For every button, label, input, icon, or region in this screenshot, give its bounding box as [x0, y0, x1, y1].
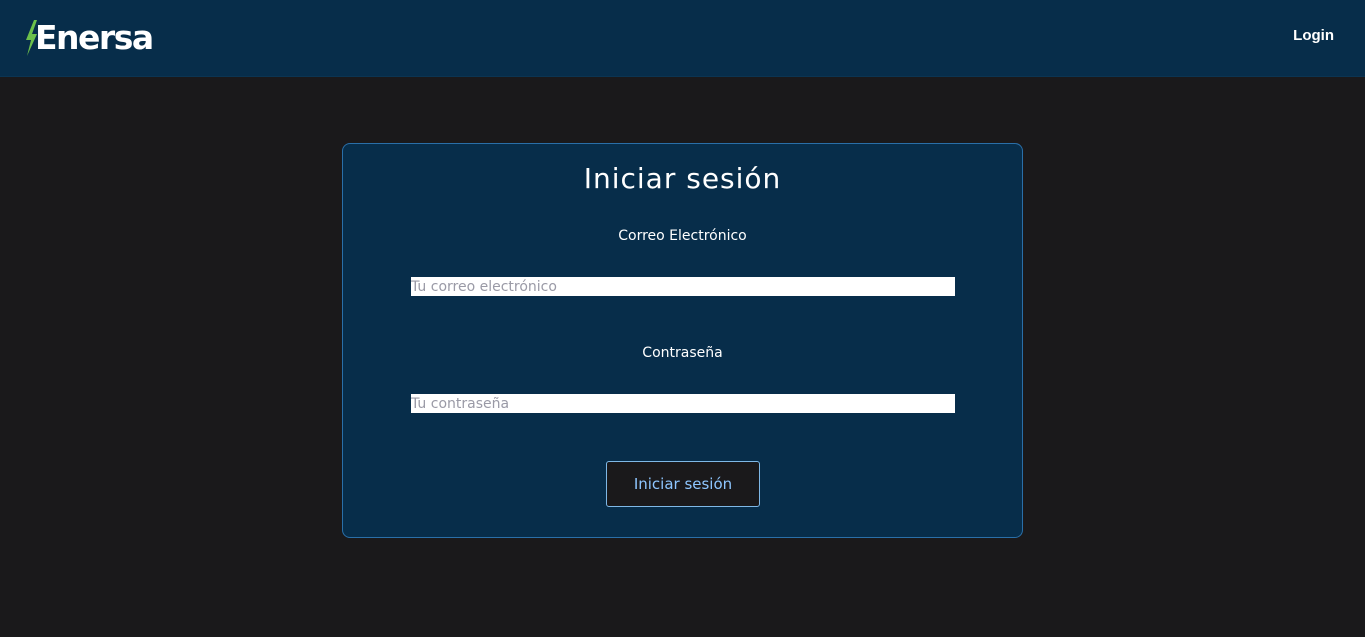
email-label: Correo Electrónico — [618, 228, 747, 244]
email-input[interactable] — [411, 277, 955, 296]
enersa-logo[interactable]: Enersa — [24, 18, 154, 58]
login-submit-button[interactable]: Iniciar sesión — [606, 461, 760, 507]
password-input[interactable] — [411, 394, 955, 413]
top-navbar: Enersa Login — [0, 0, 1365, 77]
login-card: Iniciar sesión Correo Electrónico Contra… — [342, 143, 1023, 538]
nav-login-link[interactable]: Login — [1293, 27, 1334, 44]
login-title: Iniciar sesión — [583, 162, 782, 195]
brand-name: Enersa — [35, 18, 154, 57]
password-label: Contraseña — [642, 345, 723, 361]
